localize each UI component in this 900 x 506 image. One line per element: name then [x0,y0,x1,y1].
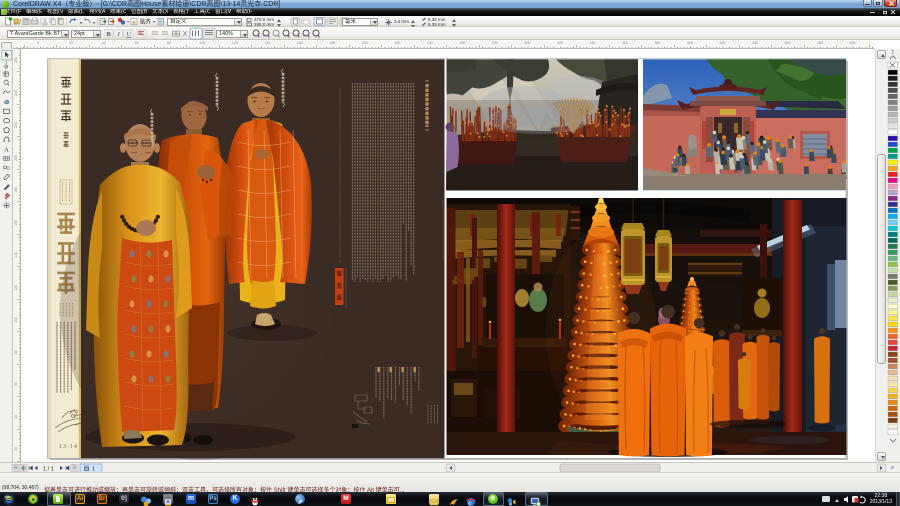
svg-text:贴齐 ·: 贴齐 · [140,18,155,26]
svg-text:U: U [127,31,132,38]
svg-text:B: B [107,31,112,38]
svg-text:A: A [4,146,9,153]
svg-text:13-14: 13-14 [59,444,78,450]
